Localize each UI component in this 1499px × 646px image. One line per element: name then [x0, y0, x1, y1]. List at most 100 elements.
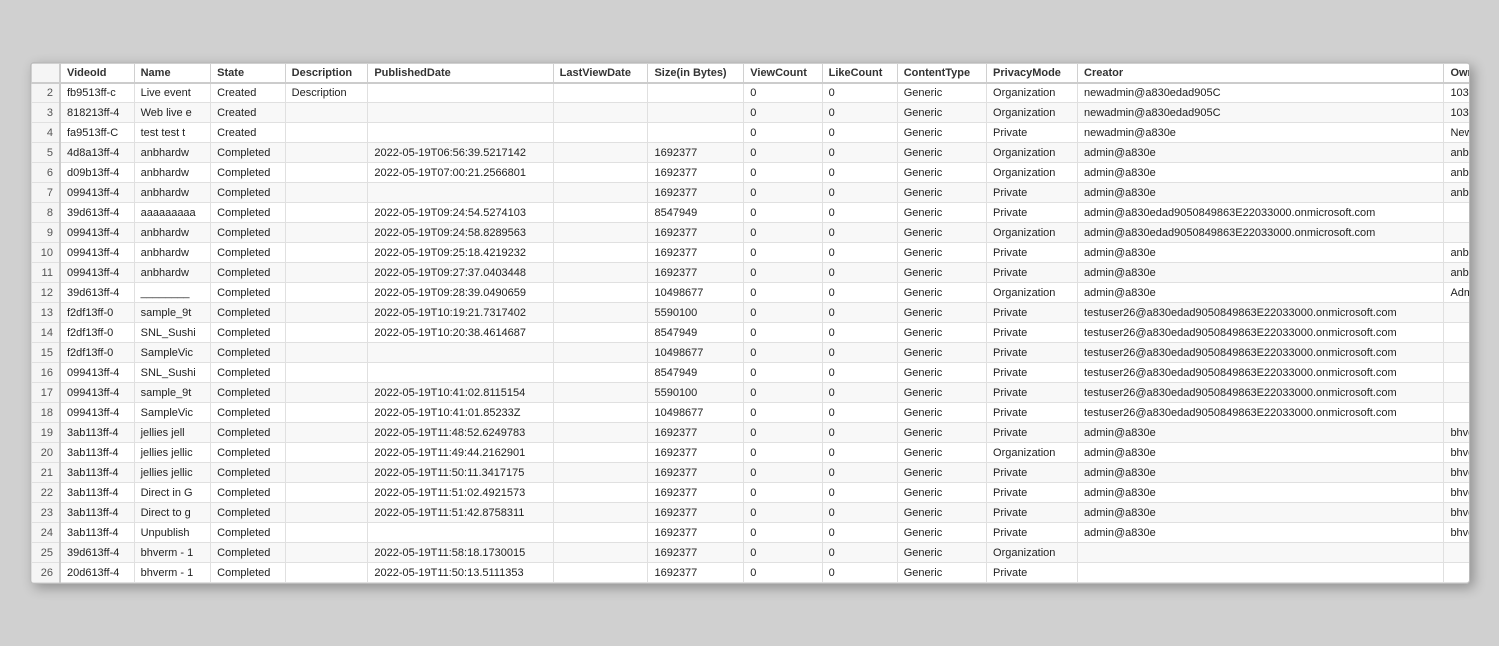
- cell-name: Unpublish: [134, 523, 211, 543]
- cell-publisheddate: 2022-05-19T06:56:39.5217142: [368, 143, 553, 163]
- cell-creator: admin@a830e: [1078, 483, 1444, 503]
- cell-videoid: 39d613ff-4: [60, 283, 134, 303]
- cell-name: sample_9t: [134, 303, 211, 323]
- cell-publisheddate: 2022-05-19T11:51:02.4921573: [368, 483, 553, 503]
- cell-lastviewdate: [553, 203, 648, 223]
- table-row: 7099413ff-4anbhardwCompleted169237700Gen…: [31, 183, 1470, 203]
- cell-contenttype: Generic: [897, 283, 986, 303]
- cell-owners: [1444, 363, 1470, 383]
- cell-size: 5590100: [648, 303, 744, 323]
- cell-state: Completed: [211, 503, 285, 523]
- cell-likecount: 0: [822, 503, 897, 523]
- cell-lastviewdate: [553, 83, 648, 103]
- cell-viewcount: 0: [744, 383, 822, 403]
- cell-num: 10: [31, 243, 60, 263]
- spreadsheet-container[interactable]: VideoId Name State Description Published…: [30, 62, 1470, 585]
- cell-name: SNL_Sushi: [134, 363, 211, 383]
- cell-creator: admin@a830e: [1078, 283, 1444, 303]
- cell-likecount: 0: [822, 203, 897, 223]
- cell-publisheddate: [368, 343, 553, 363]
- cell-privacymode: Organization: [987, 83, 1078, 103]
- cell-owners: [1444, 563, 1470, 583]
- cell-publisheddate: 2022-05-19T10:41:01.85233Z: [368, 403, 553, 423]
- cell-contenttype: Generic: [897, 223, 986, 243]
- cell-creator: newadmin@a830edad905C: [1078, 83, 1444, 103]
- cell-owners: bhverm-demo@a830edad9050849863E22033000.…: [1444, 423, 1470, 443]
- cell-num: 14: [31, 323, 60, 343]
- cell-likecount: 0: [822, 323, 897, 343]
- col-header-lastviewdate: LastViewDate: [553, 63, 648, 83]
- cell-description: [285, 103, 368, 123]
- cell-name: jellies jell: [134, 423, 211, 443]
- table-row: 16099413ff-4SNL_SushiCompleted854794900G…: [31, 363, 1470, 383]
- cell-state: Created: [211, 83, 285, 103]
- cell-size: 8547949: [648, 323, 744, 343]
- cell-contenttype: Generic: [897, 143, 986, 163]
- cell-description: [285, 123, 368, 143]
- col-header-publisheddate: PublishedDate: [368, 63, 553, 83]
- col-header-creator: Creator: [1078, 63, 1444, 83]
- cell-likecount: 0: [822, 443, 897, 463]
- cell-privacymode: Private: [987, 503, 1078, 523]
- cell-videoid: fb9513ff-c: [60, 83, 134, 103]
- table-row: 4fa9513ff-Ctest test tCreated00GenericPr…: [31, 123, 1470, 143]
- cell-description: [285, 183, 368, 203]
- cell-contenttype: Generic: [897, 163, 986, 183]
- cell-size: 8547949: [648, 203, 744, 223]
- cell-size: [648, 103, 744, 123]
- cell-privacymode: Private: [987, 563, 1078, 583]
- cell-privacymode: Private: [987, 403, 1078, 423]
- cell-owners: anbhardw-grp1@a830edad9050849863E2203300…: [1444, 143, 1470, 163]
- cell-contenttype: Generic: [897, 183, 986, 203]
- cell-contenttype: Generic: [897, 383, 986, 403]
- cell-viewcount: 0: [744, 123, 822, 143]
- cell-owners: [1444, 543, 1470, 563]
- cell-name: anbhardw: [134, 163, 211, 183]
- cell-privacymode: Private: [987, 323, 1078, 343]
- cell-description: [285, 503, 368, 523]
- cell-viewcount: 0: [744, 263, 822, 283]
- cell-contenttype: Generic: [897, 103, 986, 123]
- cell-viewcount: 0: [744, 543, 822, 563]
- cell-viewcount: 0: [744, 363, 822, 383]
- cell-videoid: 099413ff-4: [60, 223, 134, 243]
- cell-videoid: 3ab113ff-4: [60, 423, 134, 443]
- cell-viewcount: 0: [744, 523, 822, 543]
- cell-description: [285, 463, 368, 483]
- cell-contenttype: Generic: [897, 523, 986, 543]
- cell-viewcount: 0: [744, 463, 822, 483]
- cell-name: jellies jellic: [134, 463, 211, 483]
- cell-num: 7: [31, 183, 60, 203]
- cell-state: Completed: [211, 183, 285, 203]
- cell-viewcount: 0: [744, 443, 822, 463]
- cell-publisheddate: 2022-05-19T10:41:02.8115154: [368, 383, 553, 403]
- cell-state: Completed: [211, 363, 285, 383]
- cell-description: [285, 303, 368, 323]
- cell-num: 15: [31, 343, 60, 363]
- cell-name: SampleVic: [134, 343, 211, 363]
- col-header-size: Size(in Bytes): [648, 63, 744, 83]
- cell-privacymode: Private: [987, 343, 1078, 363]
- cell-lastviewdate: [553, 303, 648, 323]
- cell-lastviewdate: [553, 283, 648, 303]
- table-row: 2620d613ff-4bhverm - 1Completed2022-05-1…: [31, 563, 1470, 583]
- cell-state: Completed: [211, 303, 285, 323]
- cell-owners: [1444, 343, 1470, 363]
- cell-videoid: 39d613ff-4: [60, 203, 134, 223]
- cell-description: Description: [285, 83, 368, 103]
- table-row: 17099413ff-4sample_9tCompleted2022-05-19…: [31, 383, 1470, 403]
- table-row: 1239d613ff-4________Completed2022-05-19T…: [31, 283, 1470, 303]
- col-header-rownum: [31, 63, 60, 83]
- cell-num: 20: [31, 443, 60, 463]
- cell-creator: admin@a830e: [1078, 523, 1444, 543]
- cell-owners: [1444, 323, 1470, 343]
- cell-contenttype: Generic: [897, 563, 986, 583]
- cell-size: [648, 123, 744, 143]
- cell-contenttype: Generic: [897, 83, 986, 103]
- cell-privacymode: Private: [987, 523, 1078, 543]
- cell-name: anbhardw: [134, 183, 211, 203]
- cell-num: 18: [31, 403, 60, 423]
- cell-viewcount: 0: [744, 143, 822, 163]
- cell-creator: admin@a830e: [1078, 443, 1444, 463]
- cell-size: 1692377: [648, 143, 744, 163]
